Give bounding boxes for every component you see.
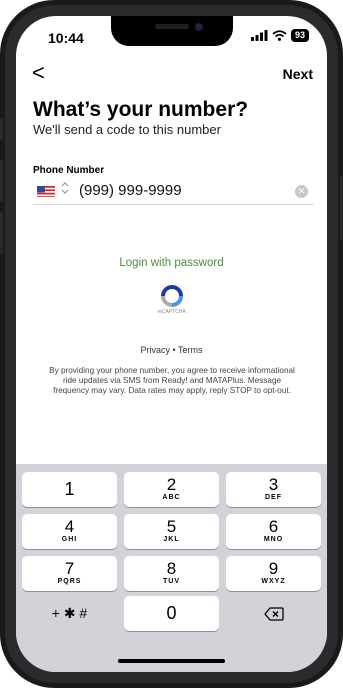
key-8[interactable]: 8 TUV — [124, 556, 219, 591]
key-2[interactable]: 2 ABC — [124, 472, 219, 507]
privacy-terms-links: Privacy • Terms — [16, 345, 327, 355]
delete-key[interactable] — [226, 596, 321, 631]
recaptcha-icon[interactable] — [158, 284, 186, 308]
terms-link[interactable]: Terms — [178, 345, 203, 355]
phone-number-input[interactable]: (999) 999-9999 — [79, 182, 182, 199]
speaker — [155, 24, 189, 29]
country-chevron-icon[interactable] — [61, 181, 69, 198]
login-with-password-link[interactable]: Login with password — [16, 257, 327, 269]
key-7[interactable]: 7 PQRS — [22, 556, 117, 591]
phone-number-field[interactable]: (999) 999-9999 ✕ — [33, 180, 314, 205]
key-4[interactable]: 4 GHI — [22, 514, 117, 549]
numeric-keypad: 1 2 ABC 3 DEF 4 GHI 5 JKL 6 MNO 7 PQRS 8… — [16, 464, 327, 672]
recaptcha-label: reCAPTCHA — [157, 309, 186, 315]
volume-down-button — [0, 212, 3, 254]
key-9[interactable]: 9 WXYZ — [226, 556, 321, 591]
separator: • — [172, 345, 176, 355]
key-3[interactable]: 3 DEF — [226, 472, 321, 507]
wifi-icon — [272, 30, 287, 41]
screen: 10:44 93 < Next What’s your number? We'l… — [16, 16, 327, 672]
next-button[interactable]: Next — [283, 66, 313, 82]
privacy-link[interactable]: Privacy — [140, 345, 170, 355]
camera — [195, 23, 203, 31]
key-6[interactable]: 6 MNO — [226, 514, 321, 549]
us-flag-icon[interactable] — [37, 185, 55, 197]
battery-icon: 93 — [290, 29, 309, 42]
back-button[interactable]: < — [32, 62, 45, 84]
symbols-key[interactable]: + ✱ # — [22, 596, 117, 631]
clear-icon[interactable]: ✕ — [295, 185, 308, 198]
key-0[interactable]: 0 — [124, 596, 219, 631]
phone-number-label: Phone Number — [33, 165, 105, 176]
backspace-icon — [263, 607, 284, 621]
key-5[interactable]: 5 JKL — [124, 514, 219, 549]
status-time: 10:44 — [48, 30, 84, 46]
notch — [111, 16, 233, 46]
key-1[interactable]: 1 — [22, 472, 117, 507]
page-subtitle: We'll send a code to this number — [33, 122, 221, 137]
status-icons: 93 — [250, 29, 309, 42]
volume-up-button — [0, 160, 3, 202]
mute-switch — [0, 118, 3, 140]
consent-text: By providing your phone number, you agre… — [49, 366, 295, 395]
signal-icon — [250, 30, 268, 41]
home-indicator[interactable] — [118, 659, 225, 663]
page-title: What’s your number? — [33, 98, 249, 121]
